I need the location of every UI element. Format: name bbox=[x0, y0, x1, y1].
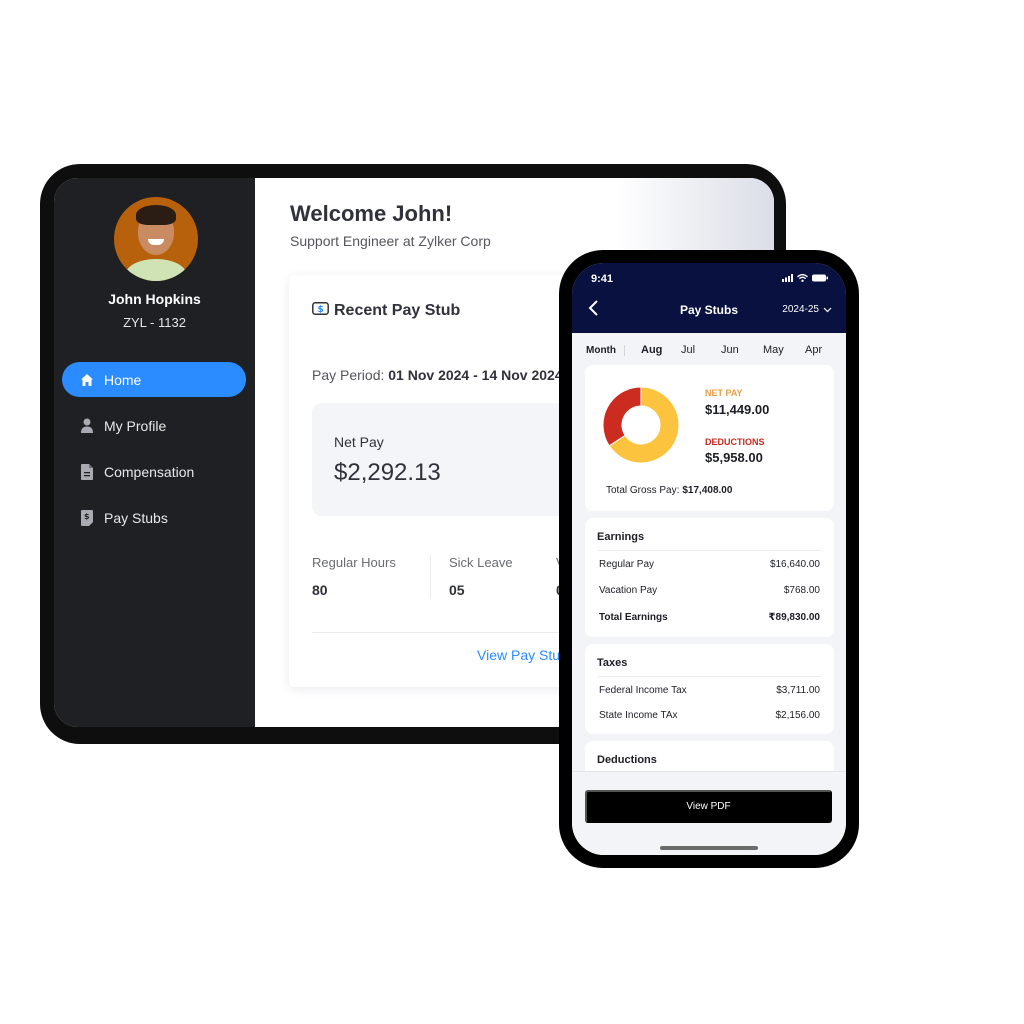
user-name: John Hopkins bbox=[108, 291, 201, 307]
month-tabs: Month Aug Jul Jun May Apr bbox=[586, 344, 836, 356]
stat-label: Sick Leave bbox=[449, 555, 513, 570]
row-label: Total Earnings bbox=[599, 612, 668, 623]
total-earnings-row: Total Earnings ₹89,830.00 bbox=[599, 612, 820, 623]
sidebar-item-label: My Profile bbox=[104, 417, 167, 434]
gross-value: $17,408.00 bbox=[682, 485, 733, 496]
tax-row: Federal Income Tax $3,711.00 bbox=[599, 685, 820, 696]
bottom-action-bar: View PDF bbox=[572, 771, 846, 855]
net-pay-legend-label: NET PAY bbox=[705, 388, 743, 398]
avatar-shirt bbox=[126, 259, 186, 281]
sidebar-item-my-profile[interactable]: My Profile bbox=[62, 408, 246, 443]
chevron-down-icon bbox=[823, 307, 832, 312]
tax-row: State Income TAx $2,156.00 bbox=[599, 710, 820, 721]
sidebar-item-home[interactable]: Home bbox=[62, 362, 246, 397]
paystub-icon: $ bbox=[80, 509, 94, 526]
deductions-legend-label: DEDUCTIONS bbox=[705, 437, 765, 447]
page-title: Welcome John! bbox=[290, 201, 453, 226]
gross-label: Total Gross Pay: bbox=[606, 485, 680, 496]
phone-screen: 9:41 Pay Stubs 2024-25 Month Aug Jul Jun… bbox=[572, 263, 846, 855]
year-value: 2024-25 bbox=[782, 304, 819, 315]
row-label: Regular Pay bbox=[599, 559, 655, 570]
month-label: Month bbox=[586, 344, 625, 356]
status-icons bbox=[782, 274, 828, 282]
card-title: $ Recent Pay Stub bbox=[312, 302, 460, 320]
taxes-panel: Taxes Federal Income Tax $3,711.00 State… bbox=[585, 644, 834, 734]
row-value: $3,711.00 bbox=[776, 685, 820, 696]
svg-text:$: $ bbox=[318, 305, 324, 315]
row-label: State Income TAx bbox=[599, 710, 678, 721]
tab-month-jun[interactable]: Jun bbox=[721, 344, 763, 356]
card-title-text: Recent Pay Stub bbox=[334, 302, 461, 319]
donut-slice-deductions bbox=[602, 386, 642, 447]
row-value: $2,156.00 bbox=[775, 710, 821, 721]
earnings-panel: Earnings Regular Pay $16,640.00 Vacation… bbox=[585, 518, 834, 637]
sidebar-item-pay-stubs[interactable]: $ Pay Stubs bbox=[62, 500, 246, 535]
net-pay-donut-chart bbox=[602, 386, 680, 464]
battery-icon bbox=[812, 274, 828, 282]
net-pay-value: $2,292.13 bbox=[334, 459, 441, 486]
pay-period: Pay Period: 01 Nov 2024 - 14 Nov 2024 bbox=[312, 367, 563, 383]
deductions-title: Deductions bbox=[597, 754, 657, 766]
phone-device: 9:41 Pay Stubs 2024-25 Month Aug Jul Jun… bbox=[559, 250, 859, 868]
signal-icon bbox=[782, 274, 793, 282]
job-subtitle: Support Engineer at Zylker Corp bbox=[290, 233, 491, 249]
stat-sick-leave: Sick Leave 05 bbox=[430, 555, 548, 598]
net-pay-legend-value: $11,449.00 bbox=[705, 402, 770, 417]
divider bbox=[598, 676, 821, 677]
document-icon bbox=[80, 463, 94, 480]
tab-month-apr[interactable]: Apr bbox=[805, 344, 822, 356]
avatar[interactable] bbox=[114, 197, 198, 281]
home-icon bbox=[80, 372, 94, 388]
total-gross-pay: Total Gross Pay: $17,408.00 bbox=[606, 485, 732, 496]
pay-summary-panel: NET PAY $11,449.00 DEDUCTIONS $5,958.00 … bbox=[585, 365, 834, 511]
stat-value: 05 bbox=[449, 582, 465, 598]
employee-id: ZYL - 1132 bbox=[123, 315, 186, 330]
stage: John Hopkins ZYL - 1132 Home My Profile bbox=[0, 0, 1024, 1024]
tab-month-jul[interactable]: Jul bbox=[681, 344, 721, 356]
row-label: Vacation Pay bbox=[599, 585, 658, 596]
stat-label: Regular Hours bbox=[312, 555, 396, 570]
sidebar-nav: Home My Profile Compensation $ Pay Stubs bbox=[62, 362, 246, 546]
sidebar: John Hopkins ZYL - 1132 Home My Profile bbox=[54, 178, 255, 727]
tab-month-may[interactable]: May bbox=[763, 344, 805, 356]
divider bbox=[598, 550, 821, 551]
stat-regular-hours: Regular Hours 80 bbox=[312, 555, 430, 598]
deductions-legend-value: $5,958.00 bbox=[705, 450, 763, 465]
phone-header: 9:41 Pay Stubs 2024-25 bbox=[572, 263, 846, 333]
taxes-title: Taxes bbox=[597, 657, 628, 669]
stat-value: 80 bbox=[312, 582, 328, 598]
view-pay-stub-link[interactable]: View Pay Stu bbox=[477, 647, 560, 663]
row-value: $768.00 bbox=[783, 585, 820, 596]
net-pay-label: Net Pay bbox=[334, 434, 384, 450]
pay-period-label: Pay Period: bbox=[312, 367, 385, 383]
sidebar-item-label: Pay Stubs bbox=[104, 509, 168, 526]
status-time: 9:41 bbox=[591, 273, 614, 285]
home-indicator bbox=[660, 846, 758, 850]
svg-text:$: $ bbox=[84, 512, 90, 521]
sidebar-item-label: Compensation bbox=[104, 463, 195, 480]
year-dropdown[interactable]: 2024-25 bbox=[782, 304, 832, 315]
tab-month-aug[interactable]: Aug bbox=[641, 344, 681, 356]
row-value: ₹89,830.00 bbox=[768, 612, 820, 623]
row-label: Federal Income Tax bbox=[599, 685, 687, 696]
row-value: $16,640.00 bbox=[769, 559, 820, 570]
earnings-title: Earnings bbox=[597, 531, 645, 543]
wifi-icon bbox=[797, 274, 808, 282]
pay-period-value: 01 Nov 2024 - 14 Nov 2024 bbox=[388, 367, 563, 383]
sidebar-item-compensation[interactable]: Compensation bbox=[62, 454, 246, 489]
user-icon bbox=[80, 418, 94, 434]
sidebar-item-label: Home bbox=[104, 371, 142, 388]
earnings-row: Regular Pay $16,640.00 bbox=[599, 559, 820, 570]
earnings-row: Vacation Pay $768.00 bbox=[599, 585, 820, 596]
avatar-hair bbox=[136, 205, 176, 225]
view-pdf-button[interactable]: View PDF bbox=[585, 790, 832, 823]
dollar-bill-icon: $ bbox=[312, 302, 329, 320]
